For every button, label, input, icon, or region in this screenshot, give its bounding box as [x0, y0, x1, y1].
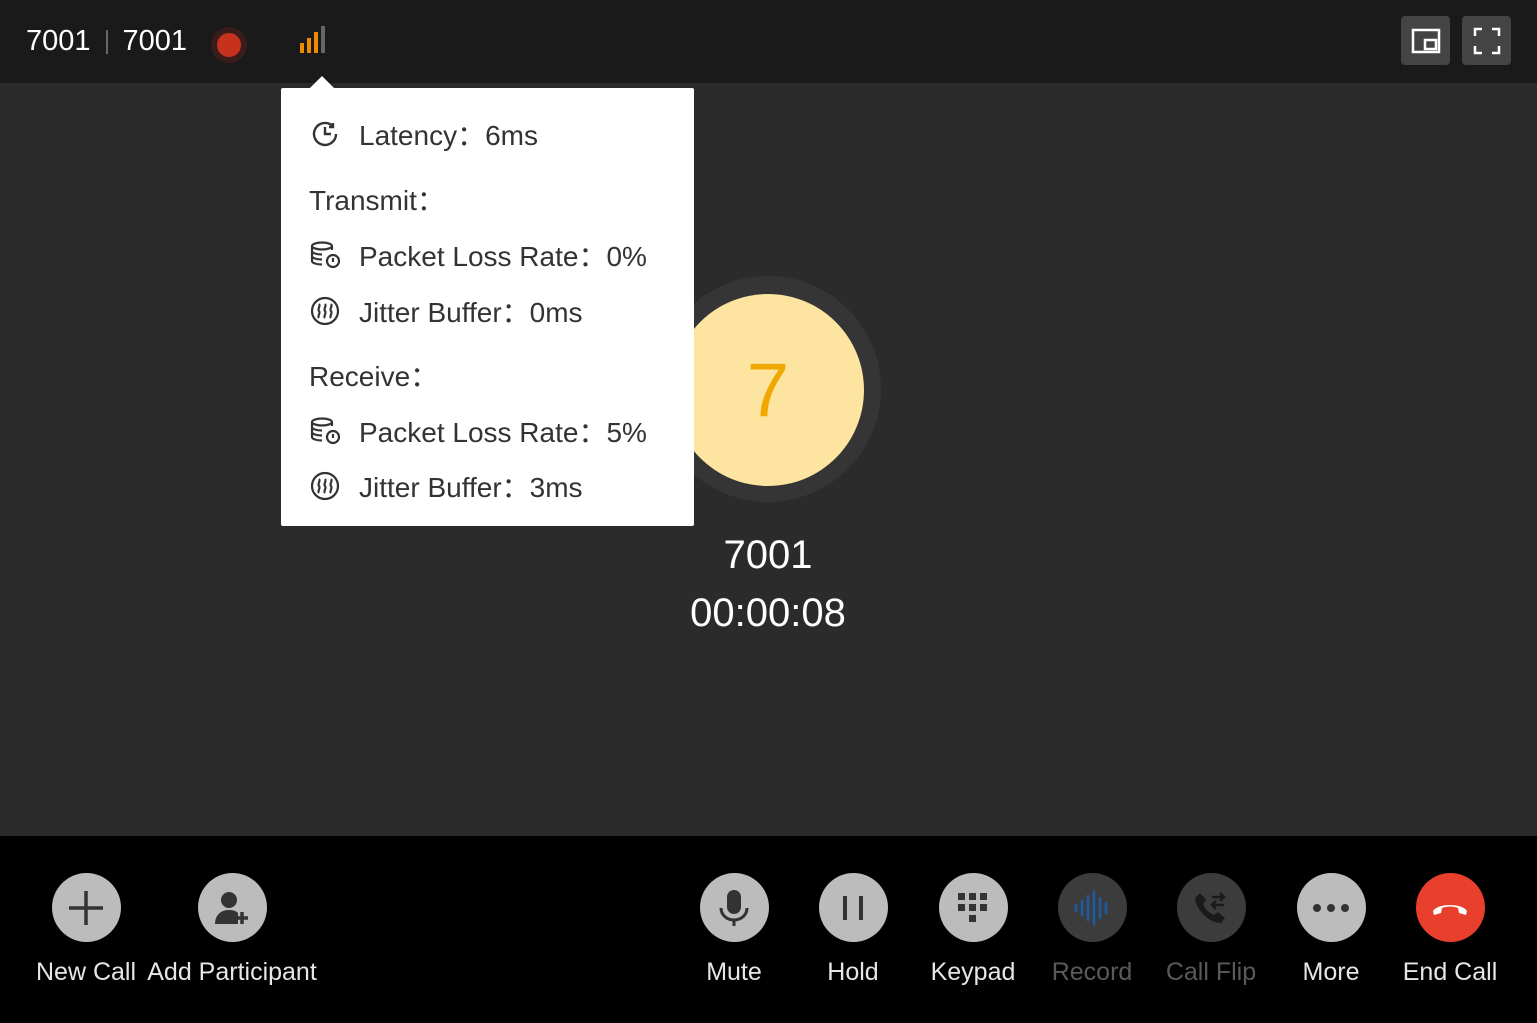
add-participant-button[interactable]: Add Participant [147, 873, 317, 987]
picture-in-picture-button[interactable] [1401, 16, 1450, 65]
call-window: 7001 7001 7 7001 00:00:08 Latency：6ms Tr… [0, 0, 1537, 1023]
fullscreen-icon [1473, 27, 1500, 54]
packet-loss-icon [310, 417, 341, 445]
call-flip-icon[interactable] [1176, 873, 1246, 942]
receive-packet-loss-row: Packet Loss Rate：5% [309, 411, 647, 451]
plus-icon[interactable] [51, 873, 121, 942]
hang-up-icon[interactable] [1415, 873, 1485, 942]
packet-loss-icon [310, 241, 341, 269]
avatar-initial: 7 [746, 347, 790, 433]
caller-name: 7001 [723, 533, 813, 577]
divider [105, 29, 108, 54]
record-dot-icon [211, 26, 248, 63]
waveform-icon[interactable] [1057, 873, 1127, 942]
receive-jitter-text: Jitter Buffer：3ms [359, 472, 583, 503]
record-label: Record [1051, 958, 1133, 986]
avatar: 7 [672, 294, 864, 486]
end-call-button[interactable]: End Call [1370, 873, 1530, 987]
more-label: More [1302, 958, 1360, 986]
latency-row: Latency：6ms [309, 114, 538, 154]
call-info: 7001 7001 [26, 0, 327, 83]
new-call-label: New Call [35, 958, 137, 986]
transmit-jitter-row: Jitter Buffer：0ms [309, 291, 583, 331]
microphone-icon[interactable] [699, 873, 769, 942]
more-dots-icon[interactable] [1296, 873, 1366, 942]
popover-arrow [310, 76, 334, 88]
network-stats-popover: Latency：6ms Transmit： Packet Loss Rate：0… [281, 88, 694, 526]
transmit-packet-loss-row: Packet Loss Rate：0% [309, 235, 647, 275]
window-controls [1401, 16, 1511, 65]
latency-text: Latency：6ms [359, 120, 538, 151]
transmit-jitter-text: Jitter Buffer：0ms [359, 297, 583, 328]
keypad-label: Keypad [930, 958, 1016, 986]
receive-jitter-row: Jitter Buffer：3ms [309, 466, 583, 506]
new-call-button[interactable]: New Call [6, 873, 166, 987]
call-timer: 00:00:08 [690, 591, 846, 635]
local-number: 7001 [26, 25, 91, 57]
transmit-heading: Transmit： [309, 185, 445, 216]
add-participant-label: Add Participant [147, 958, 317, 986]
top-bar: 7001 7001 [0, 0, 1537, 83]
clock-icon [312, 121, 338, 147]
call-flip-label: Call Flip [1165, 958, 1257, 986]
add-person-icon[interactable] [197, 873, 267, 942]
receive-heading: Receive： [309, 361, 439, 392]
pause-icon[interactable] [818, 873, 888, 942]
picture-in-picture-icon [1411, 28, 1440, 53]
receive-packet-loss-text: Packet Loss Rate：5% [359, 417, 647, 448]
signal-strength-icon[interactable] [299, 25, 327, 60]
fullscreen-button[interactable] [1462, 16, 1511, 65]
hold-label: Hold [827, 958, 879, 986]
remote-number: 7001 [122, 25, 188, 57]
transmit-packet-loss-text: Packet Loss Rate：0% [359, 241, 647, 272]
mute-label: Mute [706, 958, 762, 986]
jitter-buffer-icon [310, 471, 340, 501]
jitter-buffer-icon [310, 296, 340, 326]
keypad-icon[interactable] [938, 873, 1008, 942]
end-call-label: End Call [1402, 958, 1498, 986]
